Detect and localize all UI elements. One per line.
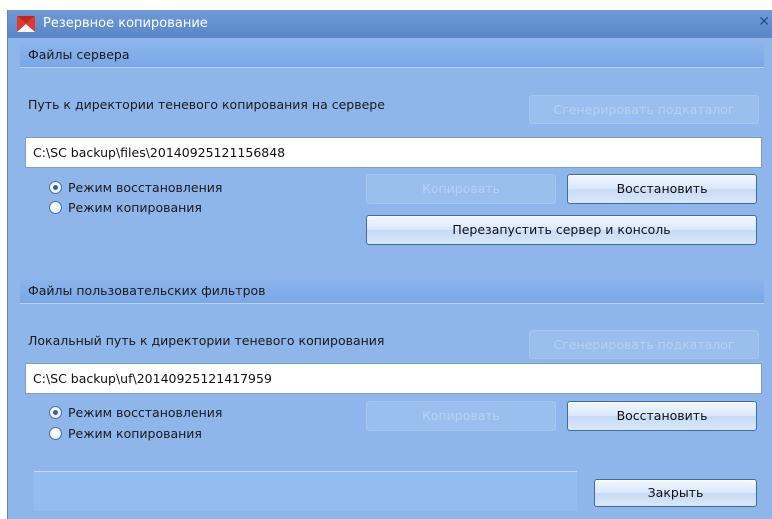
radio-unchecked-icon[interactable]	[49, 427, 62, 440]
filters-restore-button[interactable]: Восстановить	[567, 401, 757, 431]
filters-section-title: Файлы пользовательских фильтров	[28, 283, 266, 298]
server-mode-copy-label: Режим копирования	[68, 200, 202, 215]
backup-dialog: Резервное копирование ✕ Файлы сервера Пу…	[7, 10, 772, 519]
app-logo-icon	[17, 16, 35, 32]
server-files-header: Файлы сервера	[20, 43, 764, 68]
server-mode-restore-label: Режим восстановления	[68, 180, 223, 195]
filters-path-input[interactable]: C:\SC backup\uf\20140925121417959	[25, 363, 762, 394]
filters-copy-button[interactable]: Копировать	[366, 401, 556, 431]
radio-unchecked-icon[interactable]	[49, 201, 62, 214]
server-generate-subdir-button[interactable]: Сгенерировать подкаталог	[529, 95, 759, 124]
title-bar: Резервное копирование ✕	[8, 10, 772, 38]
filter-files-header: Файлы пользовательских фильтров	[20, 279, 764, 304]
server-copy-button[interactable]: Копировать	[366, 174, 556, 204]
close-icon[interactable]: ✕	[758, 14, 770, 30]
filters-generate-subdir-button[interactable]: Сгенерировать подкаталог	[529, 330, 759, 359]
filters-path-label: Локальный путь к директории теневого коп…	[28, 333, 385, 348]
radio-checked-icon[interactable]	[49, 181, 62, 194]
restart-server-console-button[interactable]: Перезапустить сервер и консоль	[366, 215, 757, 245]
server-restore-button[interactable]: Восстановить	[567, 174, 757, 204]
window-title: Резервное копирование	[43, 16, 208, 31]
close-button[interactable]: Закрыть	[594, 479, 757, 507]
radio-checked-icon[interactable]	[49, 406, 62, 419]
filters-mode-copy-label: Режим копирования	[68, 426, 202, 441]
server-path-input[interactable]: C:\SC backup\files\20140925121156848	[25, 137, 762, 168]
server-section-title: Файлы сервера	[28, 47, 130, 62]
server-path-label: Путь к директории теневого копирования н…	[28, 97, 385, 112]
filters-mode-restore-label: Режим восстановления	[68, 405, 223, 420]
status-area	[34, 471, 577, 511]
